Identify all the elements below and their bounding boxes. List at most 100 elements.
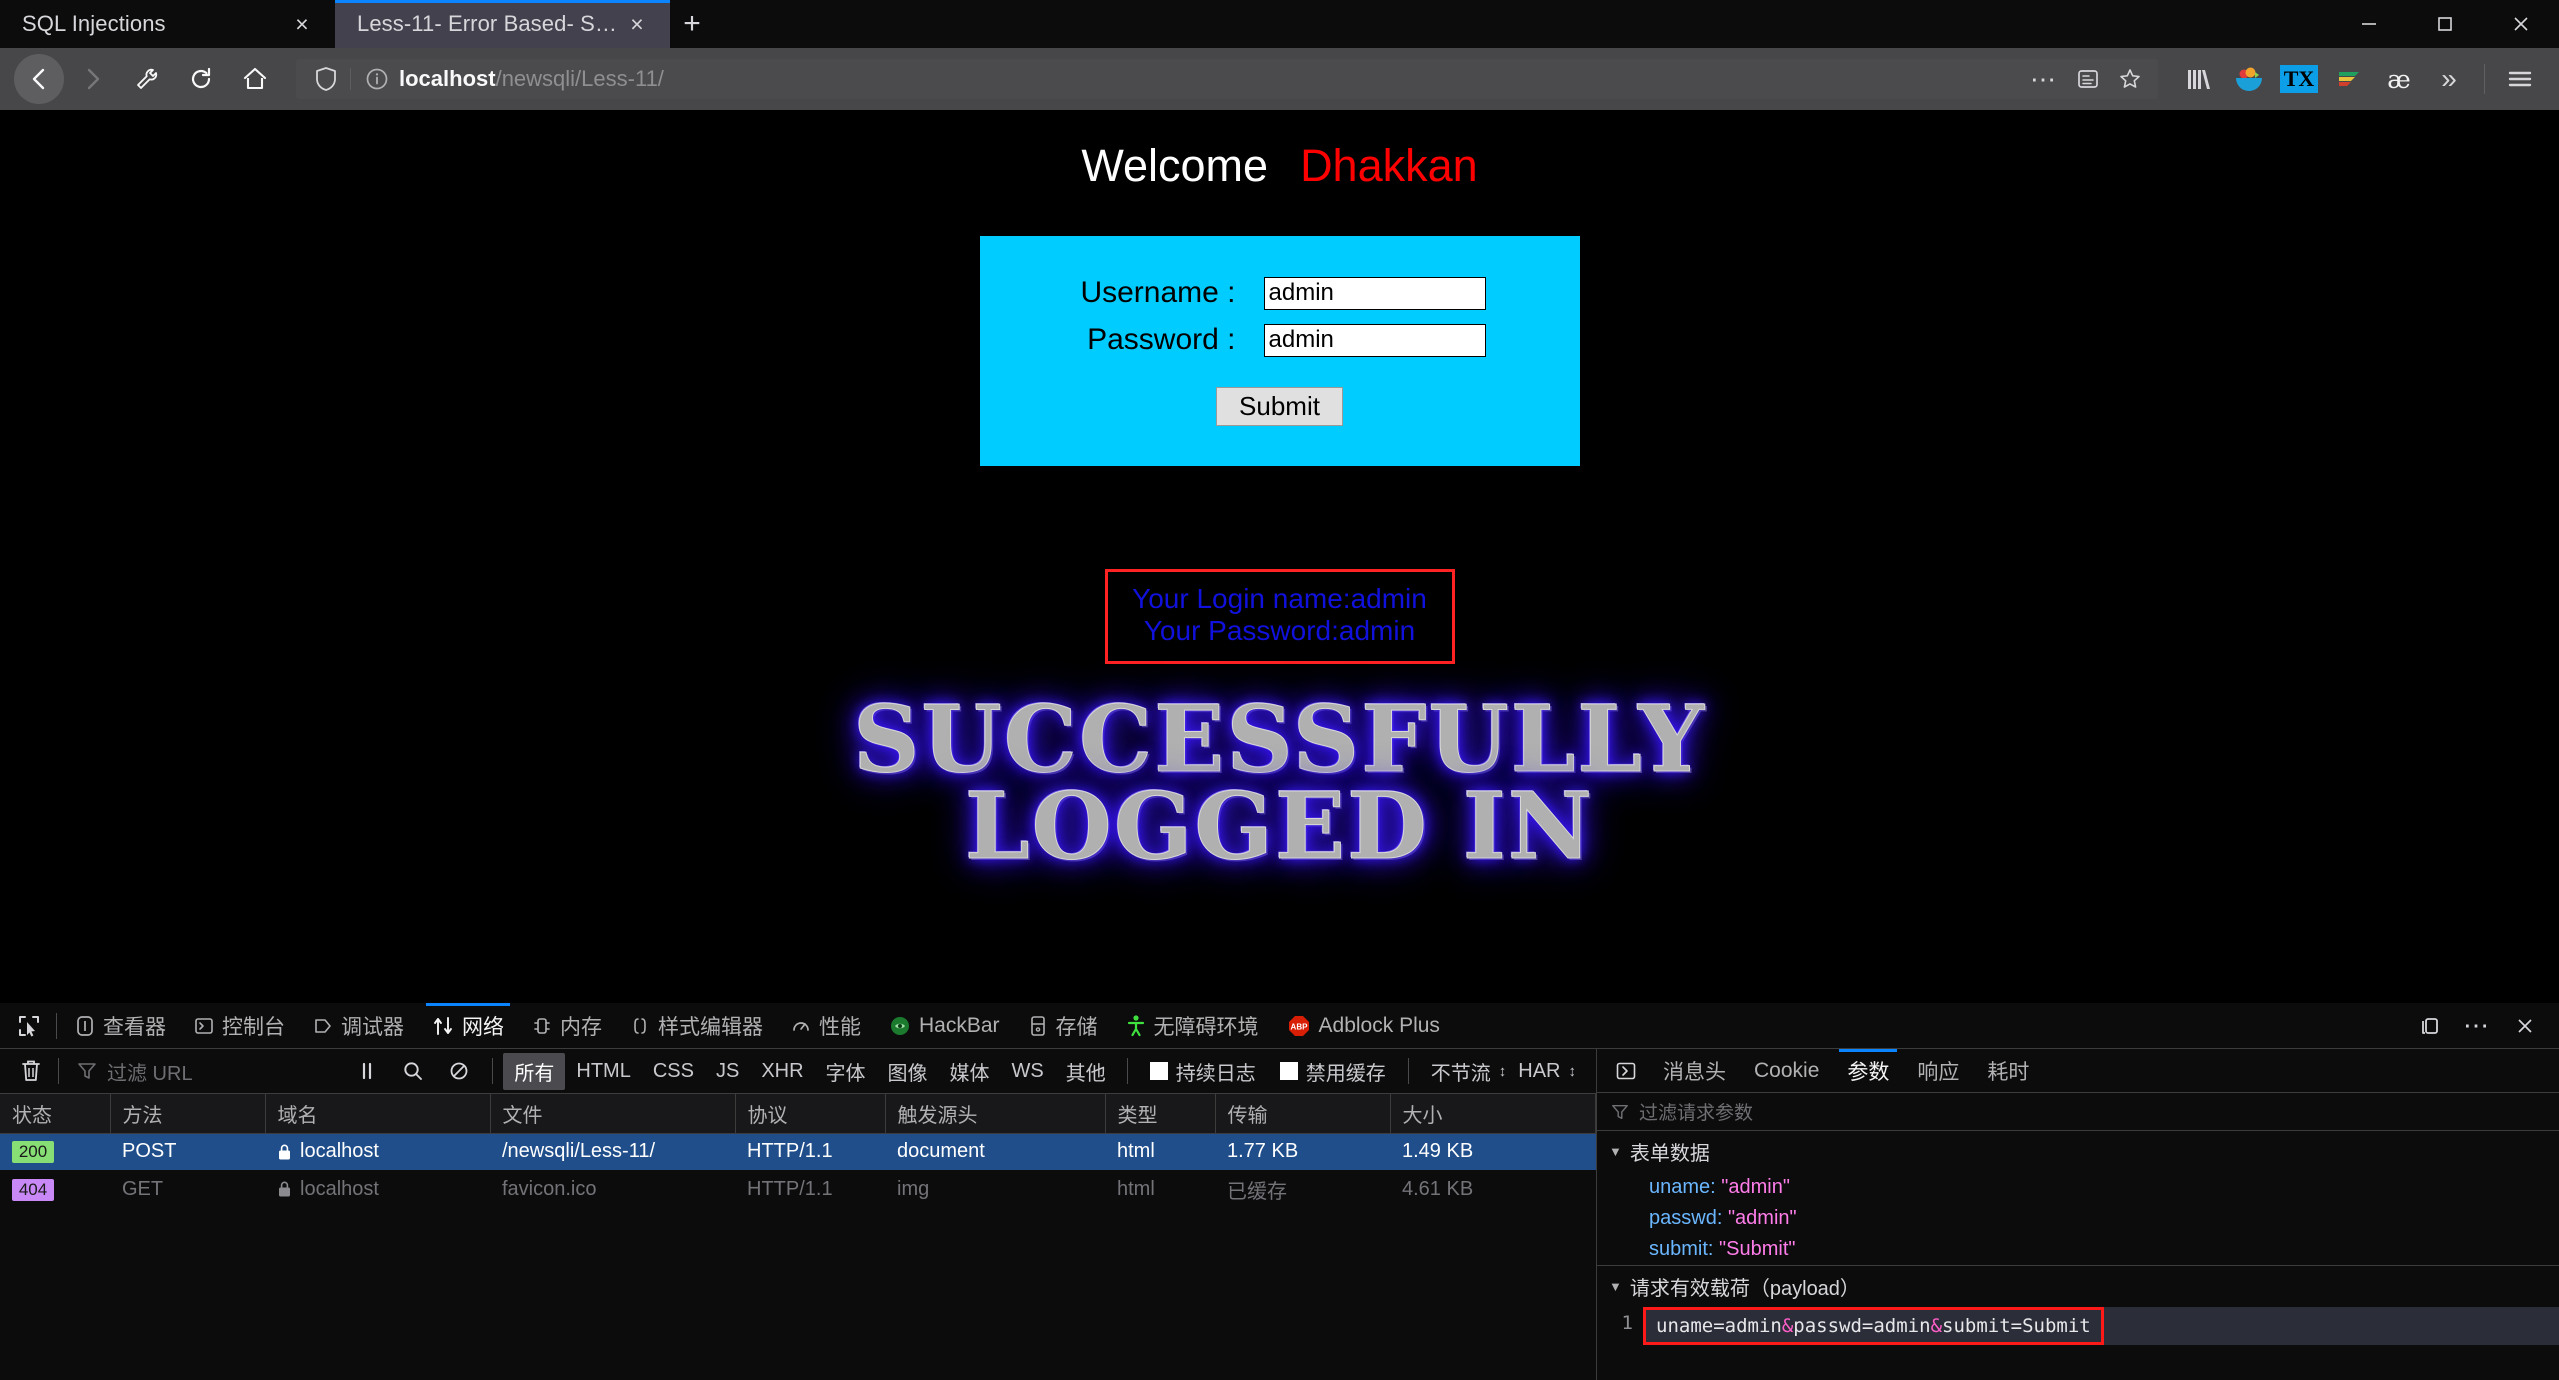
- devtools-tab-style-editor[interactable]: 样式编辑器: [616, 1003, 777, 1049]
- request-tab-response[interactable]: 响应: [1903, 1049, 1973, 1093]
- forward-button: [68, 54, 118, 104]
- close-icon[interactable]: ×: [285, 7, 319, 41]
- filter-chip-media[interactable]: 媒体: [939, 1053, 1001, 1090]
- payload-text[interactable]: uname=admin&passwd=admin&submit=Submit: [1643, 1307, 2104, 1345]
- url-filter-input[interactable]: 过滤 URL: [63, 1057, 193, 1086]
- svg-text:ABP: ABP: [1290, 1022, 1308, 1031]
- ae-extension-icon[interactable]: æ: [2374, 54, 2424, 104]
- column-file[interactable]: 文件: [490, 1094, 736, 1134]
- persist-logs-checkbox[interactable]: 持续日志: [1138, 1057, 1268, 1086]
- devtools-tab-debugger[interactable]: 调试器: [299, 1003, 418, 1049]
- devtools-tab-performance[interactable]: 性能: [777, 1003, 875, 1049]
- filter-chip-fonts[interactable]: 字体: [815, 1053, 877, 1090]
- bookmark-star-icon[interactable]: [2118, 67, 2142, 91]
- devtools-tab-accessibility[interactable]: 无障碍环境: [1112, 1003, 1273, 1049]
- password-input[interactable]: [1263, 323, 1486, 357]
- pause-icon[interactable]: [344, 1051, 390, 1091]
- request-tab-params[interactable]: 参数: [1833, 1048, 1903, 1093]
- request-tab-timings[interactable]: 耗时: [1973, 1049, 2043, 1093]
- devtools-close-icon[interactable]: [2501, 1003, 2549, 1049]
- form-data-section-header[interactable]: ▼ 表单数据: [1597, 1131, 2559, 1172]
- filter-chip-all[interactable]: 所有: [503, 1052, 566, 1090]
- column-protocol[interactable]: 协议: [735, 1094, 886, 1134]
- shield-icon[interactable]: [306, 66, 350, 92]
- stripes-extension-icon[interactable]: [2324, 54, 2374, 104]
- overflow-chevrons-icon[interactable]: »: [2424, 54, 2474, 104]
- home-button[interactable]: [230, 54, 280, 104]
- devtools-tab-label: 查看器: [103, 1015, 166, 1039]
- username-input[interactable]: [1263, 276, 1486, 310]
- new-tab-button[interactable]: +: [670, 0, 714, 48]
- table-row[interactable]: 200 POST localhost /newsqli/Less-11/ HTT…: [0, 1133, 1596, 1170]
- filter-chip-css[interactable]: CSS: [642, 1056, 705, 1087]
- filter-chip-js[interactable]: JS: [705, 1056, 750, 1087]
- browser-tab-1[interactable]: SQL Injections ×: [0, 0, 335, 48]
- devtools-more-icon[interactable]: ⋯: [2453, 1003, 2501, 1049]
- request-tab-cookie[interactable]: Cookie: [1740, 1049, 1833, 1093]
- filter-chip-images[interactable]: 图像: [877, 1053, 939, 1090]
- storage-icon: [1028, 1015, 1048, 1037]
- trash-icon[interactable]: [8, 1051, 54, 1091]
- devtools-tab-storage[interactable]: 存储: [1014, 1003, 1112, 1049]
- request-tab-headers[interactable]: 消息头: [1649, 1049, 1740, 1093]
- filter-chip-ws[interactable]: WS: [1001, 1056, 1055, 1087]
- library-icon[interactable]: [2174, 54, 2224, 104]
- table-row[interactable]: 404 GET localhost favicon.ico HTTP/1.1 i…: [0, 1170, 1596, 1209]
- dock-toggle-icon[interactable]: [2405, 1003, 2453, 1049]
- filter-chip-other[interactable]: 其他: [1055, 1053, 1117, 1090]
- fruit-bowl-extension-icon[interactable]: [2224, 54, 2274, 104]
- address-bar[interactable]: localhost/newsqli/Less-11/ ⋯: [296, 59, 2158, 99]
- column-initiator[interactable]: 触发源头: [885, 1094, 1106, 1134]
- back-button[interactable]: [14, 54, 64, 104]
- close-icon[interactable]: [2483, 0, 2559, 48]
- column-transferred[interactable]: 传输: [1215, 1094, 1391, 1134]
- throttling-select[interactable]: 不节流 ↕: [1419, 1057, 1519, 1086]
- devtools-tab-console[interactable]: 控制台: [180, 1003, 299, 1049]
- browser-tab-2[interactable]: Less-11- Error Based- String ×: [335, 0, 670, 48]
- search-icon[interactable]: [390, 1051, 436, 1091]
- table-header: 状态 方法 域名 文件 协议 触发源头 类型 传输 大小: [0, 1094, 1596, 1134]
- submit-button[interactable]: Submit: [1216, 387, 1343, 426]
- table-header-row: 状态 方法 域名 文件 协议 触发源头 类型 传输 大小: [0, 1094, 1596, 1134]
- column-status[interactable]: 状态: [0, 1094, 111, 1134]
- reload-button[interactable]: [176, 54, 226, 104]
- filter-chip-xhr[interactable]: XHR: [750, 1056, 814, 1087]
- devtools-tab-label: 无障碍环境: [1153, 1015, 1259, 1039]
- har-menu[interactable]: HAR ↕: [1518, 1060, 1588, 1083]
- devtools-panel: 查看器 控制台 调试器 网络 内存 样式编辑器 性能 HackBar 存储 无障…: [0, 1002, 2559, 1380]
- disable-cache-checkbox[interactable]: 禁用缓存: [1268, 1057, 1398, 1086]
- reader-view-icon[interactable]: [2076, 67, 2100, 91]
- tab-title: Less-11- Error Based- String: [357, 11, 620, 36]
- page-info-icon[interactable]: [351, 67, 399, 91]
- devtools-tab-hackbar[interactable]: HackBar: [875, 1003, 1014, 1049]
- more-actions-icon[interactable]: ⋯: [2030, 66, 2058, 92]
- param-value: "admin": [1721, 1176, 1790, 1198]
- network-requests-table: 状态 方法 域名 文件 协议 触发源头 类型 传输 大小 200 POST lo…: [0, 1094, 1596, 1209]
- expand-panel-icon[interactable]: [1603, 1060, 1649, 1082]
- maximize-icon[interactable]: [2407, 0, 2483, 48]
- tab-title: SQL Injections: [22, 11, 166, 36]
- column-domain[interactable]: 域名: [265, 1094, 491, 1134]
- cell-initiator: document: [885, 1133, 1105, 1170]
- devtools-tab-inspector[interactable]: 查看器: [61, 1003, 180, 1049]
- devtools-tab-label: 存储: [1055, 1015, 1098, 1039]
- payload-section-header[interactable]: ▼ 请求有效载荷（payload）: [1597, 1265, 2559, 1307]
- devtools-tab-memory[interactable]: 内存: [518, 1003, 616, 1049]
- devtools-tab-adblock-plus[interactable]: ABP Adblock Plus: [1273, 1003, 1454, 1049]
- hamburger-menu-icon[interactable]: [2495, 54, 2545, 104]
- minimize-icon[interactable]: [2331, 0, 2407, 48]
- column-type[interactable]: 类型: [1105, 1094, 1216, 1134]
- params-filter-input[interactable]: 过滤请求参数: [1597, 1093, 2559, 1131]
- column-size[interactable]: 大小: [1390, 1094, 1596, 1134]
- filter-chip-html[interactable]: HTML: [565, 1056, 641, 1087]
- element-picker-icon[interactable]: [6, 1013, 52, 1039]
- column-method[interactable]: 方法: [110, 1094, 266, 1134]
- form-data-row: submit: "Submit": [1597, 1234, 2559, 1265]
- tx-extension-icon[interactable]: TX: [2274, 54, 2324, 104]
- close-icon[interactable]: ×: [620, 7, 654, 41]
- wrench-icon[interactable]: [122, 54, 172, 104]
- form-data-row: passwd: "admin": [1597, 1203, 2559, 1234]
- devtools-tab-network[interactable]: 网络: [418, 1002, 518, 1049]
- block-icon[interactable]: [436, 1051, 482, 1091]
- cell-file: /newsqli/Less-11/: [490, 1133, 735, 1170]
